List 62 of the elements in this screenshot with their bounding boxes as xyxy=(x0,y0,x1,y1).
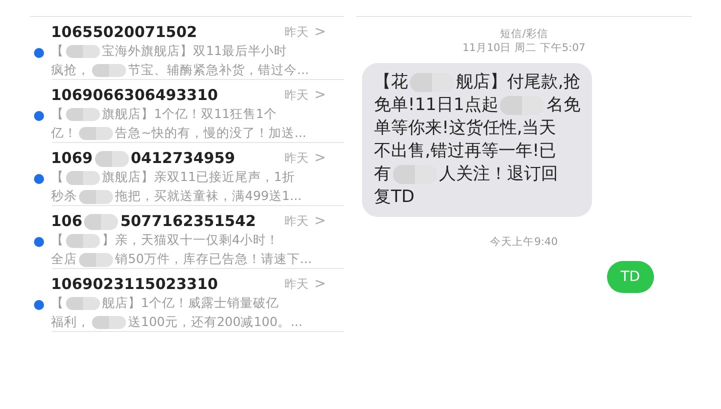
text-fragment: 舰店】1个亿！威露士销量破亿 xyxy=(102,295,279,310)
mosaic-patch xyxy=(66,108,100,122)
text-fragment: 0412734959 xyxy=(130,149,236,167)
text-fragment: 送100元，还有200减100。... xyxy=(128,314,302,329)
message-time: 今天上午9:40 xyxy=(489,235,559,249)
text-fragment: 不出售,错过再等一年!已 xyxy=(374,141,556,161)
text-fragment: 复TD xyxy=(374,187,414,207)
text-fragment: 旗舰店】1个亿！双11狂售1个 xyxy=(102,106,277,121)
mosaic-patch xyxy=(92,316,126,330)
text-fragment: 节宝、辅酶紧急补货，错过今... xyxy=(128,62,309,77)
conversation-date: 11月10日 周二 下午5:07 xyxy=(462,41,586,55)
mosaic-patch xyxy=(66,296,100,310)
mosaic-patch xyxy=(66,170,100,185)
mosaic-patch xyxy=(79,126,113,140)
mosaic-patch xyxy=(92,64,126,78)
text-fragment: 亿！ xyxy=(51,125,77,140)
text-fragment: 106 xyxy=(51,212,82,230)
mosaic-patch xyxy=(79,252,113,267)
text-fragment: 【 xyxy=(51,169,64,184)
text-fragment: 疯抢， xyxy=(51,62,90,77)
text-fragment: 秒杀 xyxy=(51,188,77,204)
text-fragment: 免单!11日1点起 xyxy=(374,95,498,115)
text-fragment: 告急~快的有，慢的没了！加送... xyxy=(115,125,306,140)
text-fragment: 有 xyxy=(374,164,391,184)
text-fragment: 宝海外旗舰店】双11最后半小时 xyxy=(102,43,287,58)
text-fragment: 福利， xyxy=(51,314,90,329)
message-time: 昨天 xyxy=(284,212,308,230)
text-fragment: 旗舰店】亲双11已接近尾声，1折 xyxy=(102,169,295,184)
text-fragment: 舰店】付尾款,抢 xyxy=(456,72,580,92)
mosaic-patch xyxy=(84,214,118,230)
text-fragment: 名免 xyxy=(546,95,580,115)
message-time: 昨天 xyxy=(284,150,308,167)
message-time: 昨天 xyxy=(284,24,308,40)
text-fragment: 【 xyxy=(51,106,64,121)
chevron-icon: > xyxy=(314,24,326,40)
message-time: 昨天 xyxy=(284,276,308,292)
text-fragment: 拖把，买就送童袜，满499送1... xyxy=(115,188,302,204)
chevron-icon: > xyxy=(314,150,326,166)
text-fragment: 单等你来!这货任性,当天 xyxy=(374,118,556,138)
text-fragment: 【 xyxy=(51,43,64,58)
chevron-icon: > xyxy=(314,213,326,230)
text-fragment: 销50万件，库存已告急！请速下... xyxy=(115,251,312,266)
text-fragment: TD xyxy=(620,269,640,285)
text-fragment: 10655020071502 xyxy=(51,23,198,41)
service-label: 短信/彩信 xyxy=(499,27,549,41)
text-fragment: 1069 xyxy=(51,149,93,167)
message-time: 昨天 xyxy=(284,86,308,104)
text-fragment: 【 xyxy=(51,232,64,248)
text-fragment: 1069066306493310 xyxy=(51,86,218,104)
mosaic-patch xyxy=(66,234,100,248)
text-fragment: 5077162351542 xyxy=(120,212,256,230)
mosaic-patch xyxy=(79,190,113,204)
text-fragment: 【花 xyxy=(374,72,408,92)
mosaic-patch xyxy=(94,150,129,168)
text-fragment: 【 xyxy=(51,295,64,310)
mosaic-patch xyxy=(66,44,100,58)
chevron-icon: > xyxy=(314,276,326,292)
text-fragment: 全店 xyxy=(51,251,77,266)
chevron-icon: > xyxy=(314,87,326,103)
text-fragment: 】亲，天猫双十一仅剩4小时！ xyxy=(102,232,279,248)
text-fragment: 1069023115023310 xyxy=(51,275,218,293)
text-fragment: 人关注！退订回 xyxy=(439,164,558,184)
